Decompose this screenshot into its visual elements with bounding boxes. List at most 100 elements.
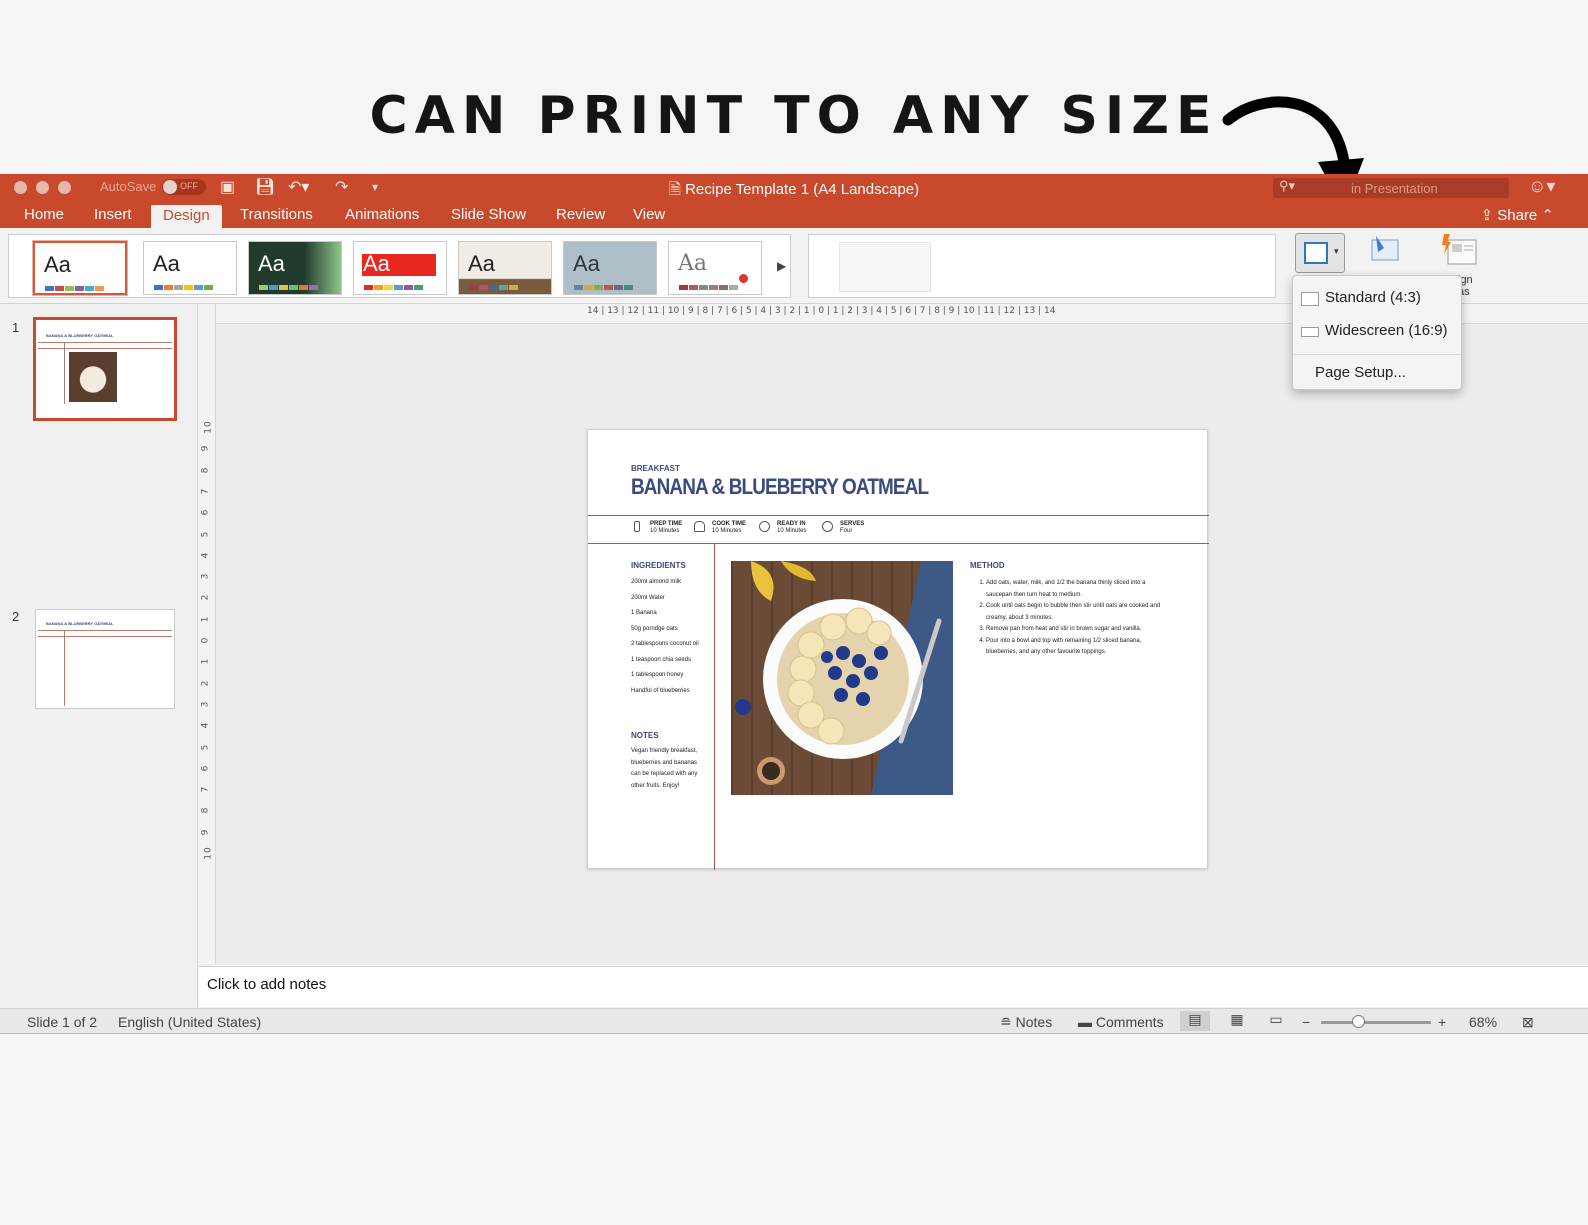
feedback-smiley-icon[interactable]: ☺▾ xyxy=(1528,176,1555,197)
thumb-rule xyxy=(38,630,172,631)
collapse-ribbon-icon[interactable]: ⌃ xyxy=(1541,207,1554,224)
tab-animations[interactable]: Animations xyxy=(345,206,419,228)
menu-item-widescreen[interactable]: Widescreen (16:9) xyxy=(1293,322,1461,344)
theme-thumb-6[interactable]: Aa xyxy=(563,241,657,295)
ruler-label: 9 xyxy=(200,828,211,836)
thumb-number: 1 xyxy=(12,320,20,335)
page: CAN PRINT TO ANY SIZE AutoSave OFF ▣ 💾︎ … xyxy=(0,0,1588,1225)
menu-item-label: Standard (4:3) xyxy=(1325,289,1421,306)
slide-category: BREAKFAST xyxy=(631,464,680,473)
share-button[interactable]: ⇪ Share ⌃ xyxy=(1480,206,1554,224)
clock-icon xyxy=(759,521,770,532)
thumb-rule xyxy=(38,636,172,637)
search-input[interactable]: in Presentation xyxy=(1273,178,1509,198)
tab-insert[interactable]: Insert xyxy=(94,206,132,228)
zoom-in-button[interactable]: + xyxy=(1438,1014,1446,1030)
chef-hat-icon xyxy=(694,521,705,532)
tab-home[interactable]: Home xyxy=(24,206,64,228)
comments-label: Comments xyxy=(1095,1014,1164,1030)
slide-sorter-icon: ▦ xyxy=(1230,1011,1244,1027)
whisk-icon xyxy=(634,521,640,532)
theme-thumb-7[interactable]: Aa xyxy=(668,241,762,295)
tab-view[interactable]: View xyxy=(633,206,665,228)
theme-label: Aa xyxy=(258,251,285,276)
comments-button[interactable]: ▬ Comments xyxy=(1078,1014,1164,1030)
tab-design[interactable]: Design xyxy=(151,205,222,228)
meta-label: SERVES xyxy=(840,521,865,527)
normal-view-button[interactable]: ▤ xyxy=(1180,1011,1210,1031)
tab-transitions[interactable]: Transitions xyxy=(240,206,313,228)
zoom-out-button[interactable]: − xyxy=(1302,1014,1310,1030)
theme-thumb-5[interactable]: Aa xyxy=(458,241,552,295)
reading-view-button[interactable]: ▭ xyxy=(1261,1011,1291,1031)
tab-slide-show[interactable]: Slide Show xyxy=(451,206,526,228)
meta-value: Four xyxy=(840,528,853,534)
slide-sorter-button[interactable]: ▦ xyxy=(1222,1011,1252,1031)
slide-size-button[interactable]: ▾ xyxy=(1295,233,1345,273)
method-step: Remove pan from heat and stir in brown s… xyxy=(986,624,1170,636)
meta-prep-time: PREP TIME 10 Minutes xyxy=(634,521,682,535)
slide-thumbnail-2[interactable]: BANANA & BLUEBERRY OATMEAL xyxy=(35,609,175,709)
tab-review[interactable]: Review xyxy=(556,206,605,228)
ruler-label: 6 xyxy=(200,764,211,772)
ingredient-item: 50g porridge oats xyxy=(631,626,678,632)
ribbon-tabs: Home Insert Design Transitions Animation… xyxy=(0,202,1588,228)
variant-thumb[interactable] xyxy=(839,242,931,292)
slide-size-icon xyxy=(1304,242,1328,264)
ruler-label: 2 xyxy=(200,679,211,686)
meta-cook-time: COOK TIME 10 Minutes xyxy=(694,521,746,535)
fit-to-window-icon[interactable]: ⊠ xyxy=(1522,1014,1534,1031)
language-indicator[interactable]: English (United States) xyxy=(118,1014,261,1030)
meta-value: 10 Minutes xyxy=(712,528,742,534)
ingredient-item: 1 teaspoon chia seeds xyxy=(631,657,692,663)
meta-value: 10 Minutes xyxy=(650,528,680,534)
format-background-icon[interactable] xyxy=(1366,232,1402,268)
ingredient-item: 200ml Water xyxy=(631,595,665,601)
ruler-label: 6 xyxy=(200,508,211,516)
theme-gallery: Aa Aa Aa Aa Aa Aa Aa ▶ xyxy=(8,234,791,298)
thumb-title: BANANA & BLUEBERRY OATMEAL xyxy=(46,333,114,338)
gallery-more-icon[interactable]: ▶ xyxy=(777,259,786,273)
slide-canvas[interactable]: BREAKFAST BANANA & BLUEBERRY OATMEAL PRE… xyxy=(587,429,1209,870)
zoom-slider-handle[interactable] xyxy=(1352,1015,1365,1028)
design-ideas-icon[interactable] xyxy=(1440,232,1480,272)
theme-thumb-office[interactable]: Aa xyxy=(33,241,127,295)
normal-view-icon: ▤ xyxy=(1188,1011,1202,1027)
ingredient-item: 200ml almond milk xyxy=(631,579,682,585)
theme-swatches xyxy=(259,285,318,290)
slide-thumbnail-1[interactable]: BANANA & BLUEBERRY OATMEAL xyxy=(33,317,177,421)
zoom-slider[interactable] xyxy=(1321,1021,1431,1024)
slide-title[interactable]: BANANA & BLUEBERRY OATMEAL xyxy=(631,474,929,500)
thumb-rule xyxy=(38,348,172,349)
menu-item-standard[interactable]: Standard (4:3) xyxy=(1293,289,1461,311)
notes-icon: ≘ xyxy=(1000,1014,1016,1030)
speaker-notes-input[interactable]: Click to add notes xyxy=(199,966,1588,1007)
pptx-file-icon: 🗎︎ xyxy=(668,181,681,198)
theme-thumb-4[interactable]: Aa xyxy=(353,241,447,295)
theme-thumb-2[interactable]: Aa xyxy=(143,241,237,295)
powerpoint-window: AutoSave OFF ▣ 💾︎ ↶▾ ↷ ▾ 🗎︎ Recipe Templ… xyxy=(0,174,1588,1034)
zoom-level[interactable]: 68% xyxy=(1469,1014,1497,1030)
ingredient-item: Handful of blueberries xyxy=(631,688,690,694)
chevron-down-icon: ▾ xyxy=(1334,246,1339,256)
theme-thumb-3[interactable]: Aa xyxy=(248,241,342,295)
ingredients-heading: INGREDIENTS xyxy=(631,561,686,570)
ruler-label: 3 xyxy=(200,572,211,580)
theme-label: Aa xyxy=(573,251,600,276)
theme-swatches xyxy=(154,285,213,290)
title-rule xyxy=(588,515,1209,516)
notes-button[interactable]: ≘ Notes xyxy=(1000,1014,1052,1031)
ruler-label: 10 xyxy=(203,420,214,434)
method-list: Add oats, water, milk, and 1/2 the banan… xyxy=(970,578,1170,659)
ruler-label: 2 xyxy=(200,594,211,601)
notes-label: Notes xyxy=(1015,1014,1053,1030)
reading-view-icon: ▭ xyxy=(1269,1011,1283,1027)
ingredient-item: 1 tablespoon honey xyxy=(631,672,684,678)
ruler-label: 8 xyxy=(200,807,211,814)
notes-heading: NOTES xyxy=(631,731,659,740)
ruler-label: 4 xyxy=(200,721,211,729)
notes-text: Vegan friendly breakfast, blueberries an… xyxy=(631,748,698,789)
menu-item-page-setup[interactable]: Page Setup... xyxy=(1293,364,1461,386)
oatmeal-photo xyxy=(731,561,953,795)
ingredient-item: 1 Banana xyxy=(631,610,657,616)
